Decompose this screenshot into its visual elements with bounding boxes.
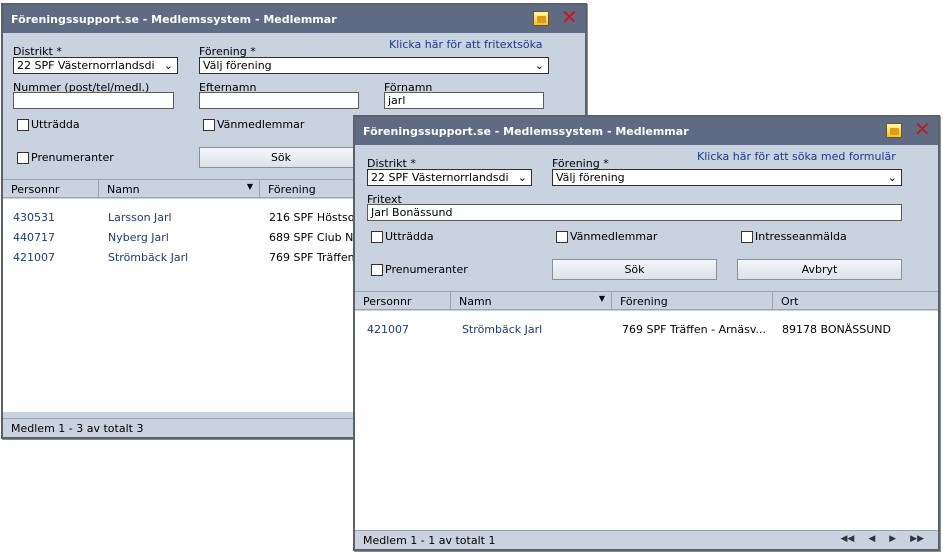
fritext-input[interactable]: Jarl Bonässund <box>367 204 902 221</box>
folder-icon[interactable] <box>886 122 902 138</box>
prenumeranter-checkbox[interactable]: Prenumeranter <box>17 151 114 164</box>
first-page-icon[interactable]: ◀◀ <box>840 534 854 544</box>
close-icon[interactable]: ✕ <box>561 7 578 27</box>
cell-namn[interactable]: Strömbäck Jarl <box>108 251 188 264</box>
cell-forening[interactable]: 216 SPF Höstsol <box>269 211 359 224</box>
form-search-link[interactable]: Klicka här för att söka med formulär <box>697 150 896 163</box>
status-bar: Medlem 1 - 1 av totalt 1 ◀◀ ◀ ▶ ▶▶ <box>355 530 938 549</box>
utradda-label: Utträdda <box>31 118 80 131</box>
cell-namn[interactable]: Nyberg Jarl <box>108 231 169 244</box>
cell-forening[interactable]: 769 SPF Träffen - Arnäsv... <box>622 323 774 336</box>
freetext-search-link[interactable]: Klicka här för att fritextsöka <box>389 38 543 51</box>
column-header-personnr[interactable]: Personnr <box>355 292 451 310</box>
cancel-button[interactable]: Avbryt <box>737 259 902 280</box>
search-button[interactable]: Sök <box>552 259 717 280</box>
close-icon[interactable]: ✕ <box>914 119 931 139</box>
column-header-label: Namn <box>107 183 140 196</box>
forening-value: Välj förening <box>556 171 625 184</box>
search-button[interactable]: Sök <box>199 147 363 168</box>
chevron-down-icon: ⌄ <box>534 59 544 72</box>
nummer-input[interactable] <box>13 92 174 109</box>
checkbox-box[interactable] <box>556 230 568 243</box>
table-row[interactable]: 421007 Strömbäck Jarl 769 SPF Träffen - … <box>355 323 938 343</box>
cell-personnr[interactable]: 430531 <box>13 211 55 224</box>
pager: ◀◀ ◀ ▶ ▶▶ <box>840 534 924 544</box>
column-header-namn[interactable]: Namn ▼ <box>99 180 260 198</box>
vanmedlemmar-label: Vänmedlemmar <box>570 230 658 243</box>
intresseanmalda-label: Intresseanmälda <box>755 230 847 243</box>
fornamn-input[interactable]: jarl <box>384 92 544 109</box>
column-header-personnr[interactable]: Personnr <box>3 180 99 198</box>
chevron-down-icon: ⌄ <box>163 59 173 72</box>
column-header-label: Namn <box>459 295 492 308</box>
distrikt-select[interactable]: 22 SPF Västernorrlandsdi ⌄ <box>367 169 532 186</box>
prenumeranter-label: Prenumeranter <box>385 263 468 276</box>
cell-personnr[interactable]: 421007 <box>13 251 55 264</box>
member-search-window-front: Föreningssupport.se - Medlemssystem - Me… <box>353 115 940 551</box>
forening-value: Välj förening <box>203 59 272 72</box>
distrikt-value: 22 SPF Västernorrlandsdi <box>371 171 509 184</box>
utradda-checkbox[interactable]: Utträdda <box>17 118 80 131</box>
last-page-icon[interactable]: ▶▶ <box>910 534 924 544</box>
status-text: Medlem 1 - 1 av totalt 1 <box>363 534 496 547</box>
column-header-namn[interactable]: Namn ▼ <box>451 292 612 310</box>
status-text: Medlem 1 - 3 av totalt 3 <box>11 422 144 435</box>
cell-forening[interactable]: 689 SPF Club N <box>269 231 359 244</box>
checkbox-box[interactable] <box>371 230 383 243</box>
sort-icon: ▼ <box>598 294 605 303</box>
chevron-down-icon: ⌄ <box>517 171 527 184</box>
vanmedlemmar-checkbox[interactable]: Vänmedlemmar <box>203 118 304 131</box>
sort-icon: ▼ <box>246 182 253 191</box>
next-page-icon[interactable]: ▶ <box>889 534 896 544</box>
prenumeranter-label: Prenumeranter <box>31 151 114 164</box>
checkbox-box[interactable] <box>203 118 215 131</box>
window-titlebar[interactable]: Föreningssupport.se - Medlemssystem - Me… <box>3 5 585 33</box>
window-title: Föreningssupport.se - Medlemssystem - Me… <box>11 13 337 26</box>
forening-select[interactable]: Välj förening ⌄ <box>199 57 549 74</box>
results-header: Personnr Namn ▼ Förening Ort <box>355 291 938 310</box>
window-title: Föreningssupport.se - Medlemssystem - Me… <box>363 125 689 138</box>
folder-icon[interactable] <box>533 10 549 26</box>
column-header-forening[interactable]: Förening <box>612 292 773 310</box>
cell-ort[interactable]: 89178 BONÄSSUND <box>782 323 891 336</box>
vanmedlemmar-label: Vänmedlemmar <box>217 118 305 131</box>
distrikt-value: 22 SPF Västernorrlandsdi <box>17 59 155 72</box>
cell-personnr[interactable]: 440717 <box>13 231 55 244</box>
chevron-down-icon: ⌄ <box>887 171 897 184</box>
cell-forening[interactable]: 769 SPF Träffen <box>269 251 359 264</box>
checkbox-box[interactable] <box>17 151 29 164</box>
checkbox-box[interactable] <box>741 230 753 243</box>
cell-namn[interactable]: Strömbäck Jarl <box>462 323 542 336</box>
window-titlebar[interactable]: Föreningssupport.se - Medlemssystem - Me… <box>355 117 938 145</box>
efternamn-input[interactable] <box>199 92 359 109</box>
utradda-checkbox[interactable]: Utträdda <box>371 230 434 243</box>
forening-select[interactable]: Välj förening ⌄ <box>552 169 902 186</box>
results-table: 421007 Strömbäck Jarl 769 SPF Träffen - … <box>355 311 938 530</box>
vanmedlemmar-checkbox[interactable]: Vänmedlemmar <box>556 230 657 243</box>
column-header-ort[interactable]: Ort <box>773 292 938 310</box>
intresseanmalda-checkbox[interactable]: Intresseanmälda <box>741 230 847 243</box>
cell-personnr[interactable]: 421007 <box>367 323 409 336</box>
cell-namn[interactable]: Larsson Jarl <box>108 211 172 224</box>
distrikt-select[interactable]: 22 SPF Västernorrlandsdi ⌄ <box>13 57 178 74</box>
checkbox-box[interactable] <box>371 263 383 276</box>
checkbox-box[interactable] <box>17 118 29 131</box>
prenumeranter-checkbox[interactable]: Prenumeranter <box>371 263 468 276</box>
utradda-label: Utträdda <box>385 230 434 243</box>
prev-page-icon[interactable]: ◀ <box>868 534 875 544</box>
